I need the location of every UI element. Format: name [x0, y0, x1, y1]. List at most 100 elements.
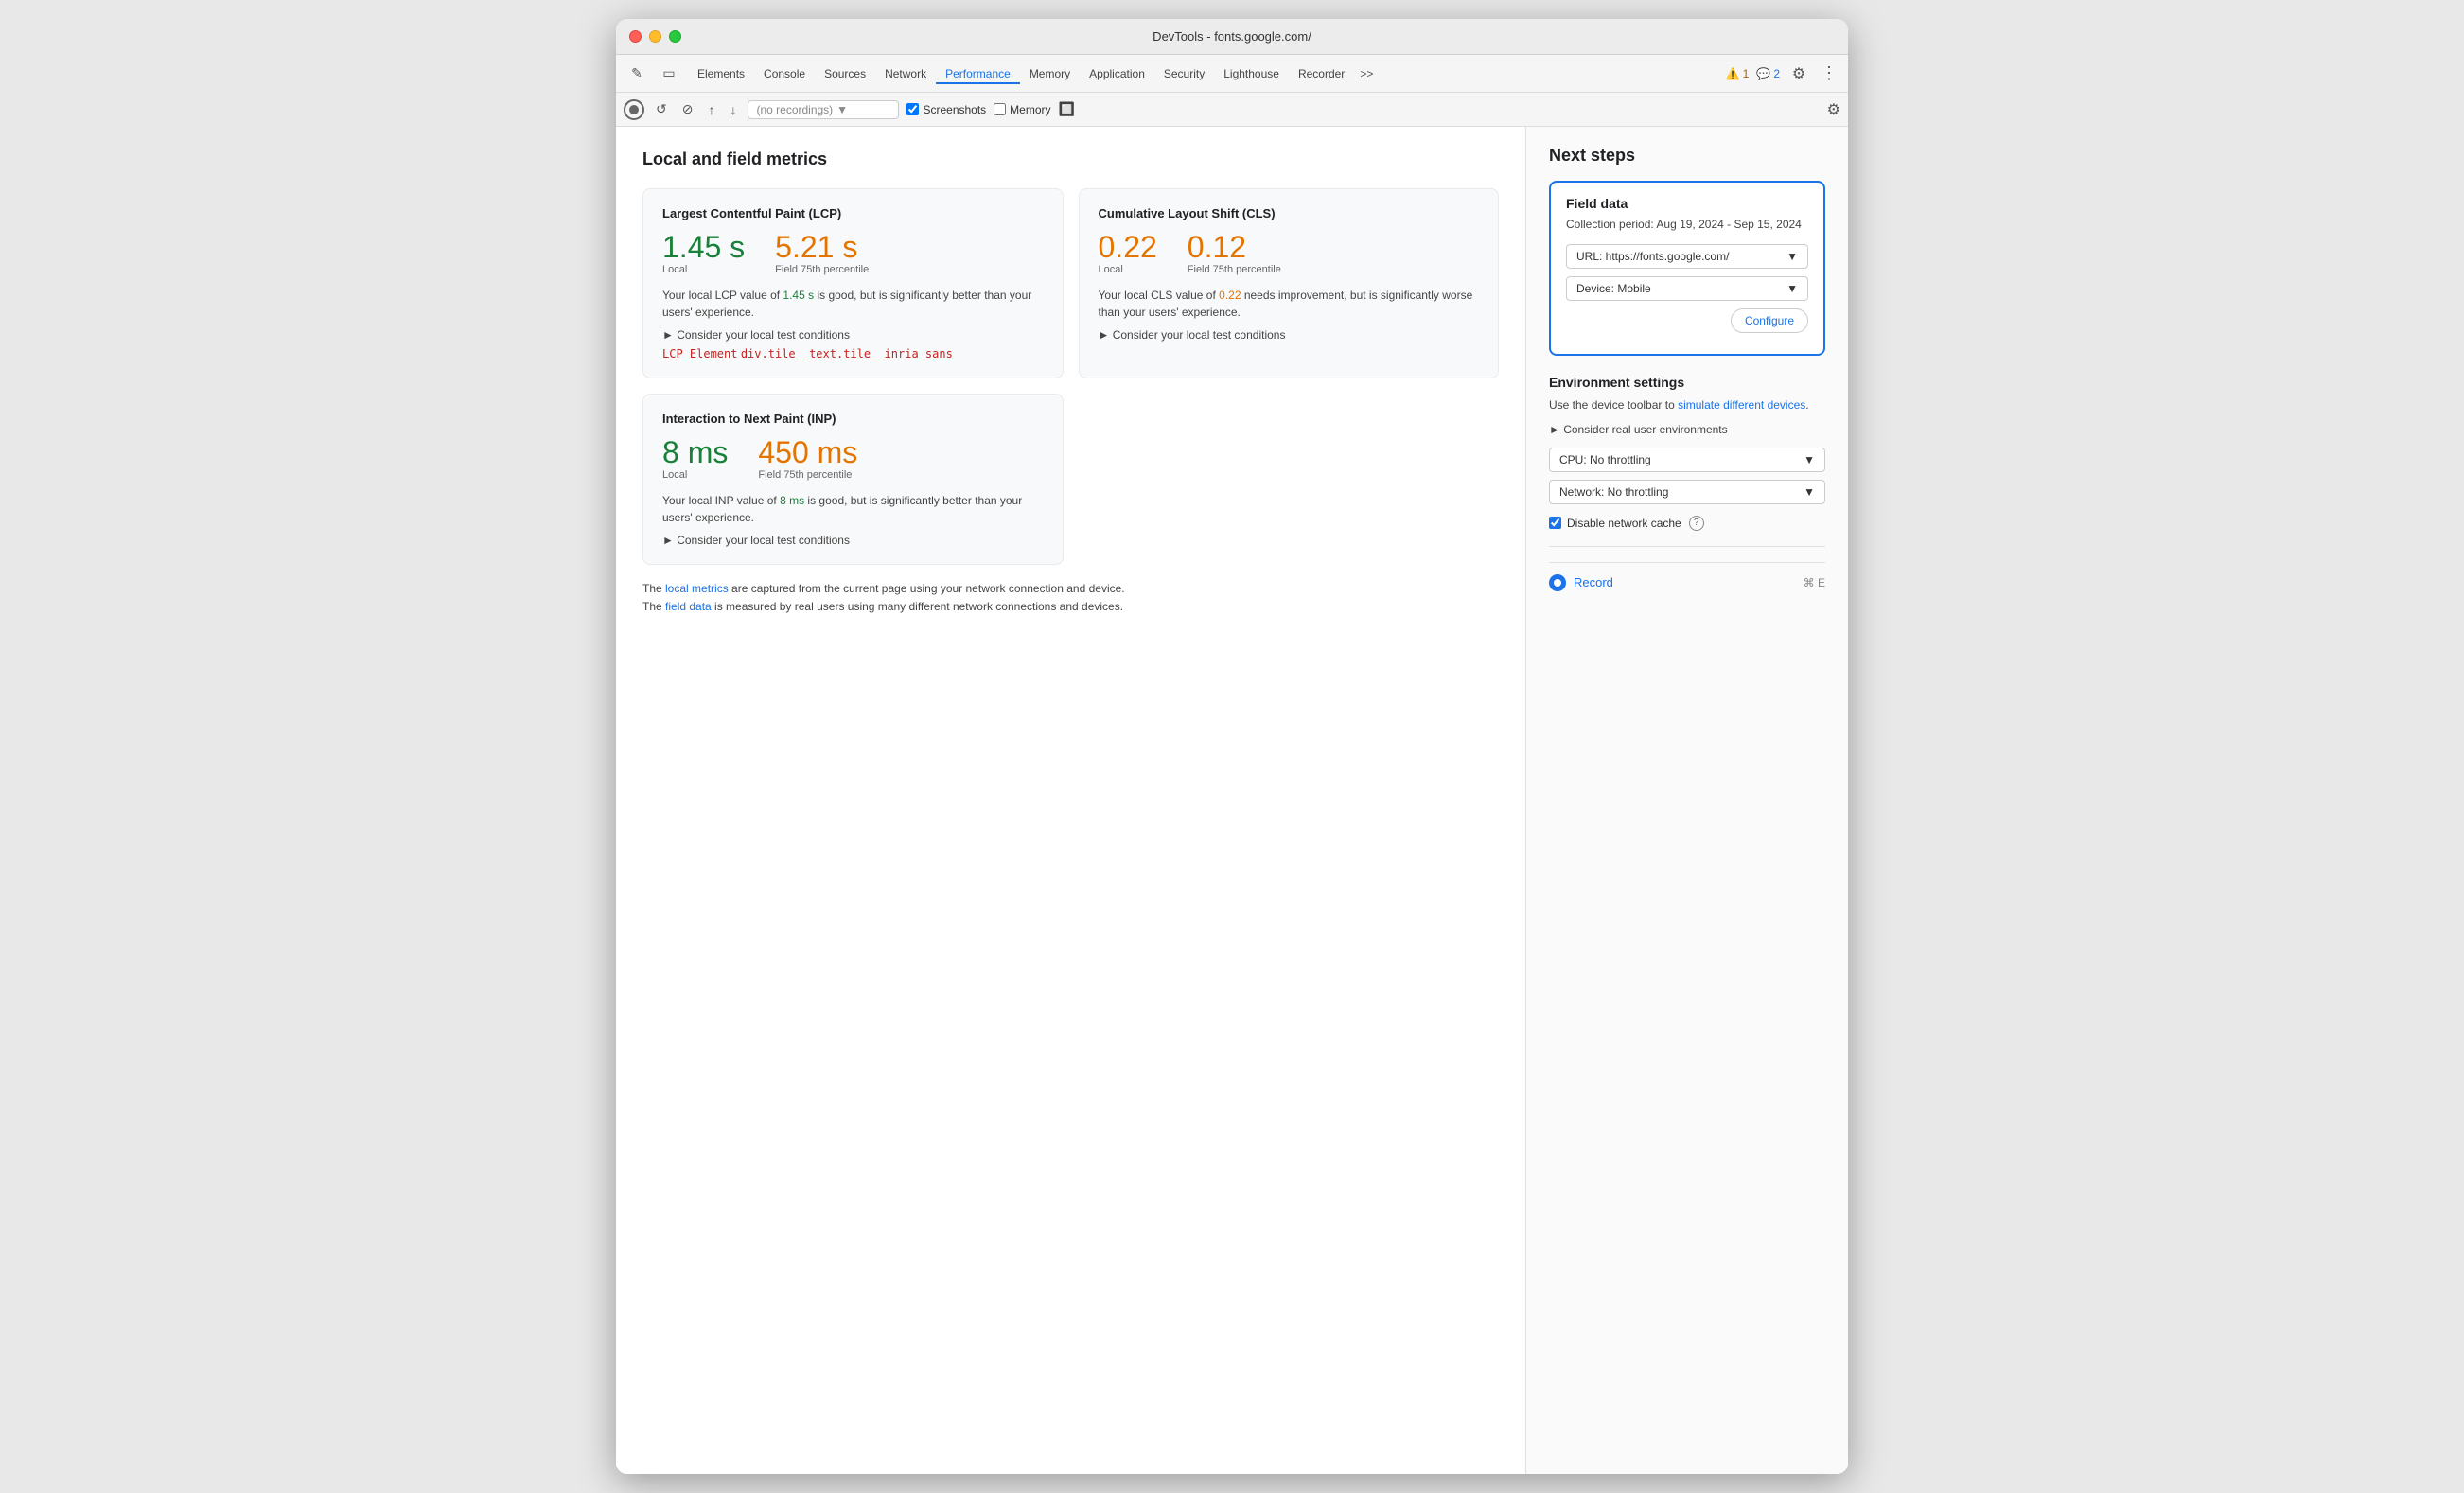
warnings-count: 1: [1743, 67, 1750, 80]
record-button[interactable]: [624, 99, 644, 120]
network-select-row: Network: No throttling ▼: [1549, 480, 1825, 504]
tab-sources[interactable]: Sources: [815, 63, 875, 84]
cls-values: 0.22 Local 0.12 Field 75th percentile: [1099, 232, 1480, 275]
upload-button[interactable]: ↑: [704, 100, 718, 119]
more-options-button[interactable]: ⋮: [1818, 62, 1840, 85]
divider: [1549, 546, 1825, 547]
tab-console[interactable]: Console: [754, 63, 815, 84]
minimize-button[interactable]: [649, 30, 661, 43]
footer-note: The local metrics are captured from the …: [642, 580, 1499, 616]
cpu-dropdown-arrow-icon: ▼: [1804, 453, 1815, 466]
tab-elements[interactable]: Elements: [688, 63, 754, 84]
reload-record-button[interactable]: ↺: [652, 99, 671, 119]
tab-memory[interactable]: Memory: [1020, 63, 1080, 84]
toolbar-right: ⚠️ 1 💬 2 ⚙ ⋮: [1726, 62, 1840, 85]
lcp-field-val: 5.21 s Field 75th percentile: [775, 232, 869, 275]
lcp-local-number: 1.45 s: [662, 232, 745, 262]
info-badge[interactable]: 💬 2: [1756, 67, 1780, 80]
environment-settings: Environment settings Use the device tool…: [1549, 375, 1825, 531]
inp-description: Your local INP value of 8 ms is good, bu…: [662, 492, 1044, 526]
warnings-badge[interactable]: ⚠️ 1: [1726, 67, 1750, 80]
local-metrics-link[interactable]: local metrics: [665, 582, 729, 595]
url-dropdown[interactable]: URL: https://fonts.google.com/ ▼: [1566, 244, 1808, 269]
lcp-element: LCP Element div.tile__text.tile__inria_s…: [662, 347, 1044, 360]
tab-network[interactable]: Network: [875, 63, 936, 84]
left-panel: Local and field metrics Largest Contentf…: [616, 127, 1526, 1474]
tab-security[interactable]: Security: [1154, 63, 1214, 84]
device-select-row: Device: Mobile ▼ Configure: [1566, 276, 1808, 333]
network-dropdown[interactable]: Network: No throttling ▼: [1549, 480, 1825, 504]
disable-cache-checkbox[interactable]: [1549, 517, 1561, 529]
inspector-icon[interactable]: ✎: [624, 61, 650, 87]
record-row: Record ⌘ E: [1549, 562, 1825, 591]
tabs: Elements Console Sources Network Perform…: [688, 63, 1724, 84]
cls-local-val: 0.22 Local: [1099, 232, 1157, 275]
screenshots-label[interactable]: Screenshots: [923, 103, 986, 116]
close-button[interactable]: [629, 30, 642, 43]
memory-checkbox-group: Memory: [994, 103, 1050, 116]
tab-lighthouse[interactable]: Lighthouse: [1214, 63, 1289, 84]
device-icon[interactable]: ▭: [656, 61, 682, 87]
inp-card: Interaction to Next Paint (INP) 8 ms Loc…: [642, 394, 1064, 565]
cls-card: Cumulative Layout Shift (CLS) 0.22 Local…: [1079, 188, 1500, 378]
cls-local-number: 0.22: [1099, 232, 1157, 262]
lcp-consider-link[interactable]: ► Consider your local test conditions: [662, 328, 1044, 342]
inp-values: 8 ms Local 450 ms Field 75th percentile: [662, 437, 1044, 481]
more-tabs-button[interactable]: >>: [1354, 63, 1379, 84]
device-dropdown-arrow-icon: ▼: [1786, 282, 1798, 295]
lcp-description: Your local LCP value of 1.45 s is good, …: [662, 287, 1044, 321]
warning-icon: ⚠️: [1726, 67, 1740, 80]
url-dropdown-arrow-icon: ▼: [1786, 250, 1798, 263]
field-data-link[interactable]: field data: [665, 600, 712, 613]
download-button[interactable]: ↓: [726, 100, 740, 119]
field-data-collection-period: Collection period: Aug 19, 2024 - Sep 15…: [1566, 217, 1808, 233]
configure-button[interactable]: Configure: [1731, 308, 1808, 333]
inp-title: Interaction to Next Paint (INP): [662, 412, 1044, 426]
record-circle-icon: [1549, 574, 1566, 591]
help-icon[interactable]: ?: [1689, 516, 1704, 531]
maximize-button[interactable]: [669, 30, 681, 43]
settings-button[interactable]: ⚙: [1787, 62, 1810, 85]
memory-checkbox[interactable]: [994, 103, 1006, 115]
disable-cache-checkbox-label[interactable]: Disable network cache ?: [1549, 516, 1825, 531]
screenshots-checkbox[interactable]: [906, 103, 919, 115]
memory-label[interactable]: Memory: [1010, 103, 1050, 116]
disable-cache-label: Disable network cache: [1567, 517, 1681, 530]
right-panel: Next steps Field data Collection period:…: [1526, 127, 1848, 1474]
main-content: Local and field metrics Largest Contentf…: [616, 127, 1848, 1474]
cls-consider-link[interactable]: ► Consider your local test conditions: [1099, 328, 1480, 342]
next-steps-title: Next steps: [1549, 146, 1825, 166]
lcp-local-val: 1.45 s Local: [662, 232, 745, 275]
inp-local-val: 8 ms Local: [662, 437, 728, 481]
simulate-devices-link[interactable]: simulate different devices: [1678, 398, 1805, 412]
cls-description: Your local CLS value of 0.22 needs impro…: [1099, 287, 1480, 321]
device-dropdown[interactable]: Device: Mobile ▼: [1566, 276, 1808, 301]
inp-local-number: 8 ms: [662, 437, 728, 467]
section-title: Local and field metrics: [642, 149, 1499, 169]
cls-field-number: 0.12: [1188, 232, 1281, 262]
inp-field-label: Field 75th percentile: [758, 469, 857, 481]
tab-bar: ✎ ▭ Elements Console Sources Network Per…: [616, 55, 1848, 93]
tab-recorder[interactable]: Recorder: [1289, 63, 1354, 84]
screenshots-checkbox-group: Screenshots: [906, 103, 986, 116]
recordings-dropdown[interactable]: (no recordings) ▼: [748, 100, 899, 119]
inp-consider-link[interactable]: ► Consider your local test conditions: [662, 534, 1044, 547]
lcp-local-label: Local: [662, 264, 745, 275]
tab-performance[interactable]: Performance: [936, 63, 1020, 84]
cpu-dropdown[interactable]: CPU: No throttling ▼: [1549, 448, 1825, 472]
lcp-field-label: Field 75th percentile: [775, 264, 869, 275]
info-count: 2: [1773, 67, 1780, 80]
traffic-lights: [629, 30, 681, 43]
lcp-title: Largest Contentful Paint (LCP): [662, 206, 1044, 220]
record-shortcut: ⌘ E: [1804, 576, 1825, 589]
tab-application[interactable]: Application: [1080, 63, 1154, 84]
lcp-card: Largest Contentful Paint (LCP) 1.45 s Lo…: [642, 188, 1064, 378]
titlebar: DevTools - fonts.google.com/: [616, 19, 1848, 55]
consider-real-env-link[interactable]: ► Consider real user environments: [1549, 423, 1825, 436]
recording-placeholder: (no recordings): [756, 103, 833, 116]
metrics-grid: Largest Contentful Paint (LCP) 1.45 s Lo…: [642, 188, 1499, 565]
dropdown-arrow-icon: ▼: [836, 103, 848, 116]
clear-button[interactable]: ⊘: [678, 99, 697, 119]
performance-settings-button[interactable]: ⚙: [1827, 100, 1840, 119]
record-action-button[interactable]: Record: [1549, 574, 1613, 591]
